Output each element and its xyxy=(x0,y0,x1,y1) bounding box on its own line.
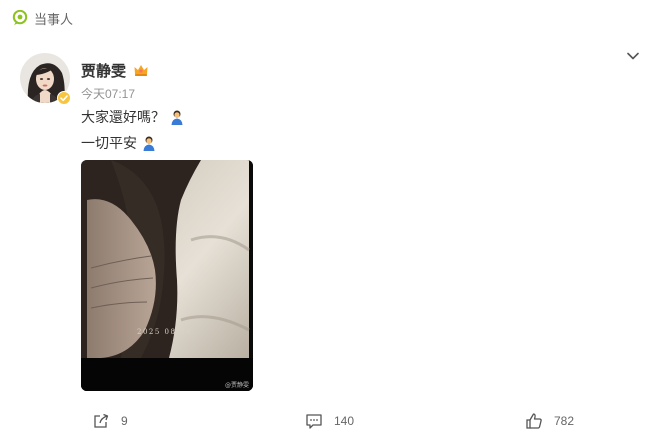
post-time[interactable]: 今天07:17 xyxy=(81,85,135,102)
comment-icon xyxy=(306,414,322,429)
praying-person-emoji xyxy=(143,136,155,151)
post-text-line-2: 一切平安 xyxy=(81,133,157,153)
chevron-down-icon[interactable] xyxy=(626,49,640,63)
praying-person-emoji xyxy=(171,110,183,125)
post-image[interactable]: 2025 08 20 @贾静雯 xyxy=(81,160,253,391)
vip-crown-icon[interactable] xyxy=(133,62,149,78)
source-logo-icon xyxy=(12,10,28,25)
post-photo xyxy=(81,160,253,391)
post-text: 一切平安 xyxy=(81,135,137,151)
post-text: 大家還好嗎？ xyxy=(81,109,165,125)
verified-badge-icon xyxy=(57,91,71,105)
share-button[interactable]: 9 xyxy=(92,410,128,432)
like-count: 782 xyxy=(554,414,575,428)
share-count: 9 xyxy=(121,414,128,428)
post-text-line-1: 大家還好嗎？ xyxy=(81,107,185,127)
comment-count: 140 xyxy=(334,414,355,428)
source-bar[interactable]: 当事人 xyxy=(12,8,73,28)
like-button[interactable]: 782 xyxy=(525,410,574,432)
image-date-stamp: 2025 08 20 xyxy=(137,328,193,336)
thumbs-up-icon xyxy=(526,413,542,429)
source-name: 当事人 xyxy=(34,11,74,27)
image-watermark: @贾静雯 xyxy=(224,382,249,389)
author-name[interactable]: 贾静雯 xyxy=(81,60,126,81)
comment-button[interactable]: 140 xyxy=(305,410,354,432)
share-icon xyxy=(94,413,109,428)
